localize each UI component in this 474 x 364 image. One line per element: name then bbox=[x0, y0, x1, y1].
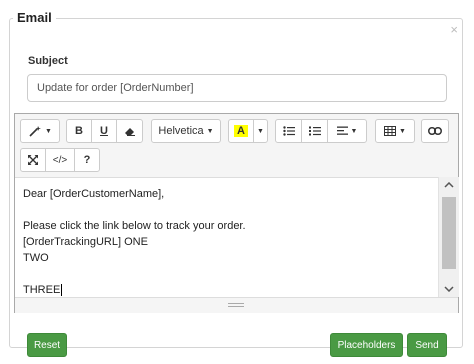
bold-button[interactable]: B bbox=[66, 119, 92, 143]
body-line bbox=[23, 202, 430, 218]
subject-label: Subject bbox=[28, 55, 68, 67]
chevron-down-icon: ▼ bbox=[45, 127, 52, 135]
chevron-down-icon: ▼ bbox=[350, 127, 358, 135]
magic-style-button[interactable]: ▼ bbox=[20, 119, 60, 143]
highlight-color-button[interactable]: A bbox=[228, 119, 254, 143]
scroll-down-icon[interactable] bbox=[439, 281, 459, 297]
text-cursor bbox=[61, 284, 63, 296]
numbered-list-button[interactable] bbox=[301, 119, 328, 143]
body-line: TWO bbox=[23, 252, 49, 264]
body-line: Please click the link below to track you… bbox=[23, 220, 246, 232]
clear-format-button[interactable] bbox=[116, 119, 143, 143]
highlight-icon: A bbox=[234, 125, 248, 137]
link-icon bbox=[428, 127, 442, 135]
scroll-up-icon[interactable] bbox=[439, 177, 459, 193]
chevron-down-icon: ▼ bbox=[257, 127, 264, 135]
body-line: THREE bbox=[23, 282, 430, 298]
editor-toolbar: ▼ B U Helvetica ▼ A ▼ ▼ ▼ </> ? bbox=[15, 114, 458, 176]
font-family-dropdown[interactable]: Helvetica ▼ bbox=[151, 119, 221, 143]
dialog-title: Email bbox=[13, 10, 56, 25]
eraser-icon bbox=[124, 125, 136, 137]
body-line: [OrderTrackingURL] ONE bbox=[23, 236, 148, 248]
send-button[interactable]: Send bbox=[407, 333, 447, 357]
scrollbar-thumb[interactable] bbox=[442, 197, 456, 269]
table-icon bbox=[384, 126, 397, 136]
subject-input[interactable] bbox=[27, 74, 447, 102]
fullscreen-button[interactable] bbox=[20, 148, 46, 172]
numbered-list-icon bbox=[308, 126, 321, 136]
highlight-color-dropdown[interactable]: ▼ bbox=[253, 119, 268, 143]
reset-button[interactable]: Reset bbox=[27, 333, 67, 357]
help-button[interactable]: ? bbox=[74, 148, 100, 172]
paragraph-align-dropdown[interactable]: ▼ bbox=[327, 119, 367, 143]
editor-content[interactable]: Dear [OrderCustomerName], Please click t… bbox=[15, 177, 438, 297]
bullet-list-button[interactable] bbox=[275, 119, 302, 143]
resize-handle[interactable] bbox=[228, 303, 244, 307]
magic-wand-icon bbox=[28, 125, 42, 137]
body-line: Dear [OrderCustomerName], bbox=[23, 188, 165, 200]
bullet-list-icon bbox=[282, 126, 295, 136]
underline-button[interactable]: U bbox=[91, 119, 117, 143]
insert-link-button[interactable] bbox=[421, 119, 449, 143]
expand-icon bbox=[28, 155, 38, 165]
font-family-label: Helvetica bbox=[158, 125, 204, 137]
placeholders-button[interactable]: Placeholders bbox=[330, 333, 403, 357]
close-icon[interactable]: × bbox=[450, 23, 458, 36]
body-line bbox=[23, 266, 430, 282]
code-view-button[interactable]: </> bbox=[45, 148, 75, 172]
rich-text-editor: ▼ B U Helvetica ▼ A ▼ ▼ ▼ </> ? Dear [Or… bbox=[14, 113, 459, 313]
editor-scrollbar[interactable] bbox=[438, 177, 459, 297]
align-left-icon bbox=[336, 126, 348, 136]
editor-statusbar bbox=[15, 297, 458, 313]
body-line-text: THREE bbox=[23, 284, 61, 296]
chevron-down-icon: ▼ bbox=[206, 127, 214, 135]
chevron-down-icon: ▼ bbox=[399, 127, 406, 135]
insert-table-dropdown[interactable]: ▼ bbox=[375, 119, 415, 143]
